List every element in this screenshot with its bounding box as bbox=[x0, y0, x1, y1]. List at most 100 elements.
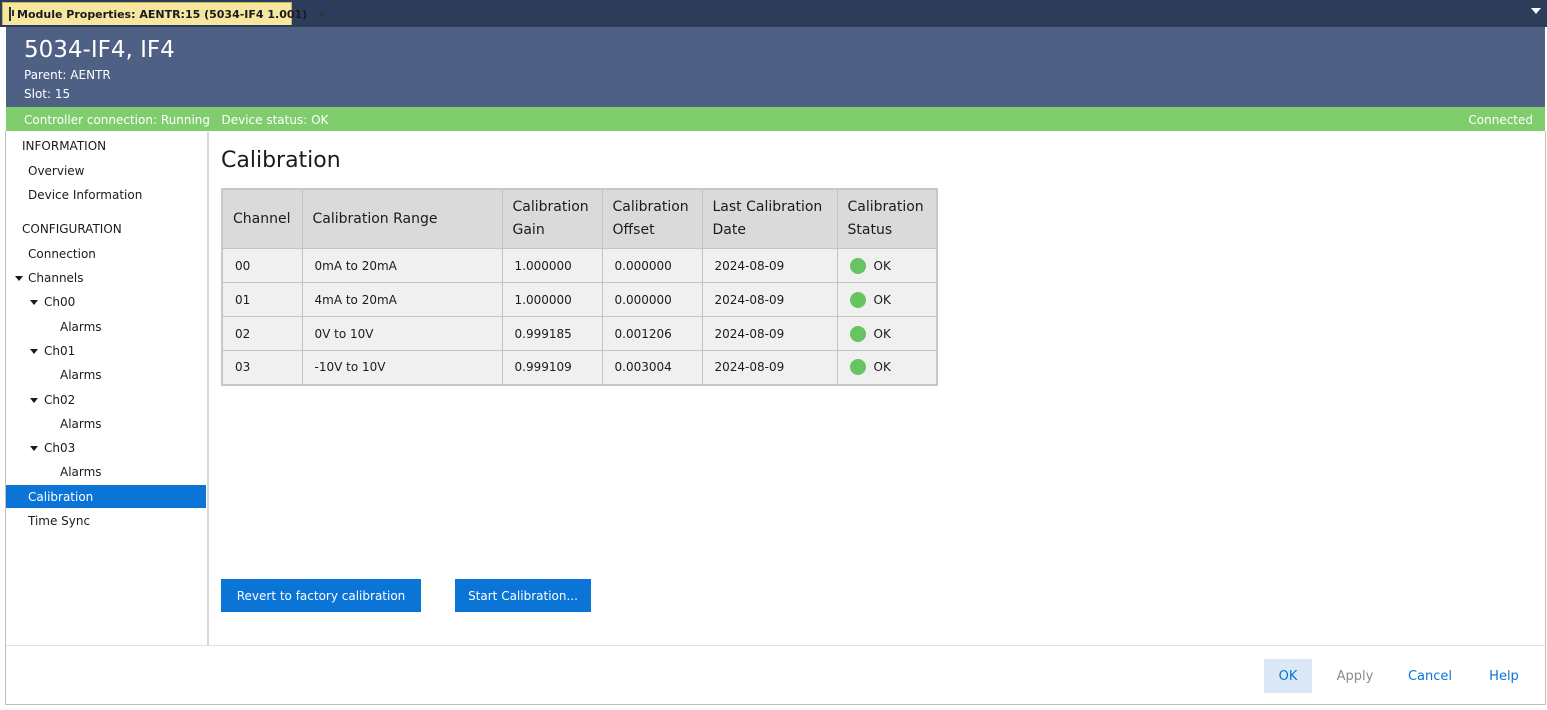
slot-label: Slot: bbox=[24, 87, 52, 101]
column-header-gain: Calibration Gain bbox=[502, 189, 603, 249]
sidebar-item-ch03[interactable]: Ch03 bbox=[44, 441, 75, 455]
help-button[interactable]: Help bbox=[1480, 659, 1528, 693]
revert-factory-calibration-button[interactable]: Revert to factory calibration bbox=[221, 579, 421, 612]
column-header-date: Last Calibration Date bbox=[702, 189, 838, 249]
status-text: OK bbox=[873, 326, 891, 341]
cell-gain: 0.999109 bbox=[502, 350, 603, 385]
sidebar-item-time-sync[interactable]: Time Sync bbox=[28, 514, 90, 528]
sidebar-item-ch02-alarms[interactable]: Alarms bbox=[60, 417, 102, 431]
module-header: 5034-IF4, IF4 Parent: AENTR Slot: 15 bbox=[6, 27, 1545, 107]
sidebar-item-connection[interactable]: Connection bbox=[28, 247, 96, 261]
cell-offset: 0.001206 bbox=[602, 316, 703, 351]
cell-channel: 01 bbox=[222, 282, 303, 317]
table-header-row: Channel Calibration Range Calibration Gai… bbox=[222, 189, 938, 249]
calibration-table: Channel Calibration Range Calibration Gai… bbox=[221, 188, 938, 386]
sidebar-item-device-information[interactable]: Device Information bbox=[28, 188, 142, 202]
expand-ch00-icon[interactable] bbox=[30, 300, 38, 305]
expand-channels-icon[interactable] bbox=[15, 276, 23, 281]
column-offset-label-1: Calibration bbox=[612, 199, 689, 215]
status-text: OK bbox=[873, 292, 891, 307]
parent-info: Parent: AENTR bbox=[24, 68, 111, 82]
close-tab-icon[interactable]: × bbox=[317, 7, 327, 21]
cell-gain: 1.000000 bbox=[502, 282, 603, 317]
cell-channel: 02 bbox=[222, 316, 303, 351]
cell-gain: 0.999185 bbox=[502, 316, 603, 351]
tab-list-dropdown-icon[interactable] bbox=[1531, 8, 1541, 14]
cell-date: 2024-08-09 bbox=[702, 350, 838, 385]
sidebar-item-channels[interactable]: Channels bbox=[28, 271, 84, 285]
cell-date: 2024-08-09 bbox=[702, 282, 838, 317]
table-row[interactable]: 03 -10V to 10V 0.999109 0.003004 2024-08… bbox=[222, 350, 938, 385]
tab-label: Module Properties: AENTR:15 (5034-IF4 1.… bbox=[17, 7, 308, 21]
column-header-range: Calibration Range bbox=[302, 189, 503, 249]
cancel-button[interactable]: Cancel bbox=[1400, 659, 1460, 693]
status-text: OK bbox=[873, 258, 891, 273]
cell-offset: 0.000000 bbox=[602, 248, 703, 283]
slot-value: 15 bbox=[54, 87, 71, 101]
sidebar-item-ch00-alarms[interactable]: Alarms bbox=[60, 320, 102, 334]
controller-connection-value: Running bbox=[160, 113, 211, 127]
sidebar-item-ch02[interactable]: Ch02 bbox=[44, 393, 75, 407]
cell-offset: 0.003004 bbox=[602, 350, 703, 385]
start-calibration-button[interactable]: Start Calibration... bbox=[455, 579, 591, 612]
column-date-label-1: Last Calibration bbox=[712, 199, 823, 215]
expand-ch02-icon[interactable] bbox=[30, 398, 38, 403]
sidebar-item-overview[interactable]: Overview bbox=[28, 164, 85, 178]
cell-status: OK bbox=[837, 350, 938, 385]
column-gain-label-1: Calibration bbox=[512, 199, 589, 215]
cell-gain: 1.000000 bbox=[502, 248, 603, 283]
sidebar-item-ch01-alarms[interactable]: Alarms bbox=[60, 368, 102, 382]
sidebar-item-calibration[interactable]: Calibration bbox=[28, 490, 93, 504]
frame-border-right bbox=[1545, 131, 1546, 704]
column-status-label-1: Calibration bbox=[847, 199, 924, 215]
module-properties-tab[interactable]: Module Properties: AENTR:15 (5034-IF4 1.… bbox=[2, 2, 327, 25]
sidebar-item-ch03-alarms[interactable]: Alarms bbox=[60, 465, 102, 479]
column-header-channel: Channel bbox=[222, 189, 303, 249]
column-header-offset: Calibration Offset bbox=[602, 189, 703, 249]
cell-status: OK bbox=[837, 248, 938, 283]
status-text: Controller connection: Running Device st… bbox=[24, 113, 328, 127]
sidebar-item-ch00[interactable]: Ch00 bbox=[44, 295, 75, 309]
ok-button[interactable]: OK bbox=[1264, 659, 1312, 693]
cell-channel: 00 bbox=[222, 248, 303, 283]
cell-channel: 03 bbox=[222, 350, 303, 385]
module-title: 5034-IF4, IF4 bbox=[24, 37, 175, 63]
connection-status-bar: Controller connection: Running Device st… bbox=[6, 107, 1545, 131]
sidebar-section-configuration: CONFIGURATION bbox=[22, 222, 122, 236]
table-row[interactable]: 00 0mA to 20mA 1.000000 0.000000 2024-08… bbox=[222, 248, 938, 283]
column-date-label-2: Date bbox=[712, 222, 746, 238]
document-tab-strip: Module Properties: AENTR:15 (5034-IF4 1.… bbox=[0, 0, 1547, 27]
sidebar-section-information: INFORMATION bbox=[22, 139, 107, 153]
footer-divider bbox=[6, 645, 1545, 646]
apply-button[interactable]: Apply bbox=[1328, 659, 1382, 693]
parent-label: Parent: bbox=[24, 68, 67, 82]
page-title: Calibration bbox=[221, 148, 341, 173]
column-range-label: Calibration Range bbox=[312, 210, 438, 227]
column-header-status: Calibration Status bbox=[837, 189, 938, 249]
sidebar-divider bbox=[207, 132, 209, 645]
table-row[interactable]: 01 4mA to 20mA 1.000000 0.000000 2024-08… bbox=[222, 282, 938, 317]
sidebar-item-ch01[interactable]: Ch01 bbox=[44, 344, 75, 358]
status-ok-icon bbox=[849, 325, 866, 342]
cell-status: OK bbox=[837, 316, 938, 351]
expand-ch01-icon[interactable] bbox=[30, 349, 38, 354]
cell-date: 2024-08-09 bbox=[702, 316, 838, 351]
frame-border-bottom bbox=[5, 704, 1546, 705]
status-text: OK bbox=[873, 360, 891, 375]
cell-range: 0mA to 20mA bbox=[302, 248, 503, 283]
connection-state: Connected bbox=[1468, 113, 1533, 127]
cell-offset: 0.000000 bbox=[602, 282, 703, 317]
table-row[interactable]: 02 0V to 10V 0.999185 0.001206 2024-08-0… bbox=[222, 316, 938, 351]
device-status-label: Device status: bbox=[221, 113, 308, 127]
cell-status: OK bbox=[837, 282, 938, 317]
sidebar-nav: INFORMATION Overview Device Information … bbox=[6, 132, 208, 645]
slot-info: Slot: 15 bbox=[24, 87, 70, 101]
status-ok-icon bbox=[849, 359, 866, 376]
column-gain-label-2: Gain bbox=[512, 222, 545, 238]
cell-range: 4mA to 20mA bbox=[302, 282, 503, 317]
cell-range: -10V to 10V bbox=[302, 350, 503, 385]
expand-ch03-icon[interactable] bbox=[30, 446, 38, 451]
status-ok-icon bbox=[849, 291, 866, 308]
device-status-value: OK bbox=[311, 113, 329, 127]
column-status-label-2: Status bbox=[847, 222, 893, 238]
